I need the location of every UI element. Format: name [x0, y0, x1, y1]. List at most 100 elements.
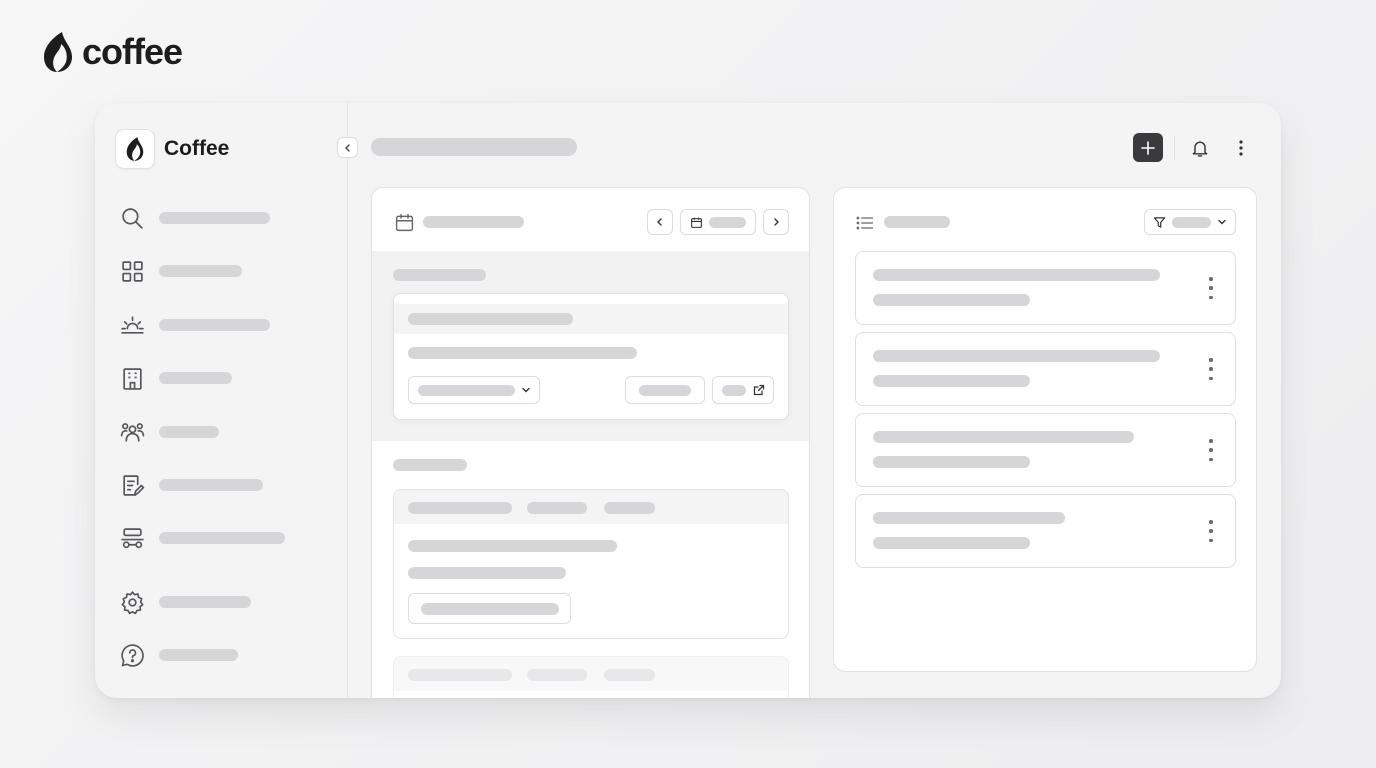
sidebar: Coffee [95, 103, 348, 698]
sunrise-icon [121, 315, 144, 334]
card-action-button[interactable] [625, 376, 705, 404]
list-item-title [873, 269, 1160, 281]
filter-icon [1153, 216, 1166, 228]
sidebar-item-settings[interactable] [120, 587, 251, 617]
app-window: Coffee [95, 103, 1281, 698]
open-external-label [721, 384, 746, 396]
list-item[interactable] [855, 332, 1236, 406]
sidebar-item-search[interactable] [120, 203, 270, 233]
card-header [394, 657, 788, 691]
card-chip-label [421, 602, 559, 615]
sidebar-item-today[interactable] [120, 310, 270, 340]
date-label [709, 216, 746, 228]
open-external-button[interactable] [712, 376, 774, 404]
list-item-menu-button[interactable] [1207, 520, 1215, 542]
sidebar-item-notes[interactable] [120, 470, 263, 500]
schedule-card[interactable] [393, 489, 789, 639]
card-title [408, 313, 573, 325]
card-chip-button[interactable] [408, 593, 571, 624]
app-header[interactable]: Coffee [115, 129, 229, 169]
list-item-menu-button[interactable] [1207, 439, 1215, 461]
list-panel-title [884, 216, 950, 228]
people-table-icon [121, 527, 144, 548]
kebab-icon [1239, 140, 1243, 156]
sidebar-item-label [159, 532, 285, 544]
card-line [408, 540, 617, 552]
brand-wordmark: coffee [82, 31, 183, 72]
document-edit-icon [123, 474, 145, 496]
list-item[interactable] [855, 251, 1236, 325]
calendar-panel [371, 187, 810, 698]
calendar-panel-title [423, 216, 524, 228]
status-dropdown[interactable] [408, 376, 540, 404]
search-icon [122, 207, 143, 229]
app-name: Coffee [164, 137, 230, 160]
list-icon [856, 216, 874, 230]
app-logo [115, 129, 155, 169]
plus-icon [1141, 140, 1155, 155]
card-meta [604, 502, 655, 514]
card-title [408, 502, 512, 514]
sidebar-item-label [159, 265, 242, 277]
card-line [408, 567, 566, 579]
list-item-menu-button[interactable] [1207, 277, 1215, 299]
list-item-subtitle [873, 537, 1030, 549]
list-item-title [873, 512, 1065, 524]
sidebar-item-people[interactable] [120, 417, 219, 447]
next-date-button[interactable] [763, 209, 789, 235]
flame-icon [44, 32, 72, 72]
bell-icon [1192, 141, 1208, 157]
prev-date-button[interactable] [647, 209, 673, 235]
page-title [371, 138, 577, 156]
calendar-icon [395, 213, 414, 232]
card-meta [527, 669, 587, 681]
list-item-menu-button[interactable] [1207, 358, 1215, 380]
flame-icon [126, 137, 144, 161]
chevron-left-icon [657, 218, 662, 226]
sidebar-item-label [159, 649, 238, 661]
card-header [394, 490, 788, 524]
add-button[interactable] [1133, 133, 1163, 162]
chevron-right-icon [774, 218, 779, 226]
filter-label [1172, 216, 1211, 228]
sidebar-item-label [159, 212, 270, 224]
schedule-card[interactable] [393, 656, 789, 698]
schedule-card[interactable] [393, 293, 789, 420]
calendar-icon [691, 217, 702, 228]
date-picker-button[interactable] [680, 209, 756, 235]
toolbar-divider [1174, 136, 1175, 160]
card-meta [604, 669, 655, 681]
sidebar-item-dashboard[interactable] [120, 256, 242, 286]
list-item[interactable] [855, 494, 1236, 568]
card-action-label [639, 384, 691, 396]
users-icon [120, 422, 145, 442]
list-item[interactable] [855, 413, 1236, 487]
sidebar-item-help[interactable] [120, 640, 238, 670]
list-item-subtitle [873, 375, 1030, 387]
sidebar-item-label [159, 596, 251, 608]
card-subtitle [408, 347, 637, 359]
card-header [394, 304, 788, 334]
list-item-title [873, 350, 1160, 362]
more-menu-button[interactable] [1231, 136, 1251, 160]
chevron-left-icon [344, 143, 350, 152]
help-circle-icon [121, 643, 144, 667]
schedule-section-active [372, 251, 809, 441]
section-heading [393, 459, 467, 471]
chevron-down-icon [522, 387, 530, 393]
list-item-title [873, 431, 1134, 443]
sidebar-item-label [159, 319, 270, 331]
sidebar-item-seating[interactable] [120, 523, 285, 553]
gear-icon [121, 590, 144, 614]
sidebar-item-buildings[interactable] [120, 363, 232, 393]
brand-logo: coffee [40, 30, 183, 74]
sidebar-collapse-button[interactable] [337, 137, 358, 158]
list-panel [833, 187, 1257, 672]
chevron-down-icon [1218, 219, 1226, 225]
filter-button[interactable] [1144, 209, 1236, 235]
building-icon [123, 367, 142, 390]
grid-icon [122, 260, 143, 282]
card-meta [527, 502, 587, 514]
notifications-button[interactable] [1188, 136, 1212, 160]
sidebar-item-label [159, 372, 232, 384]
